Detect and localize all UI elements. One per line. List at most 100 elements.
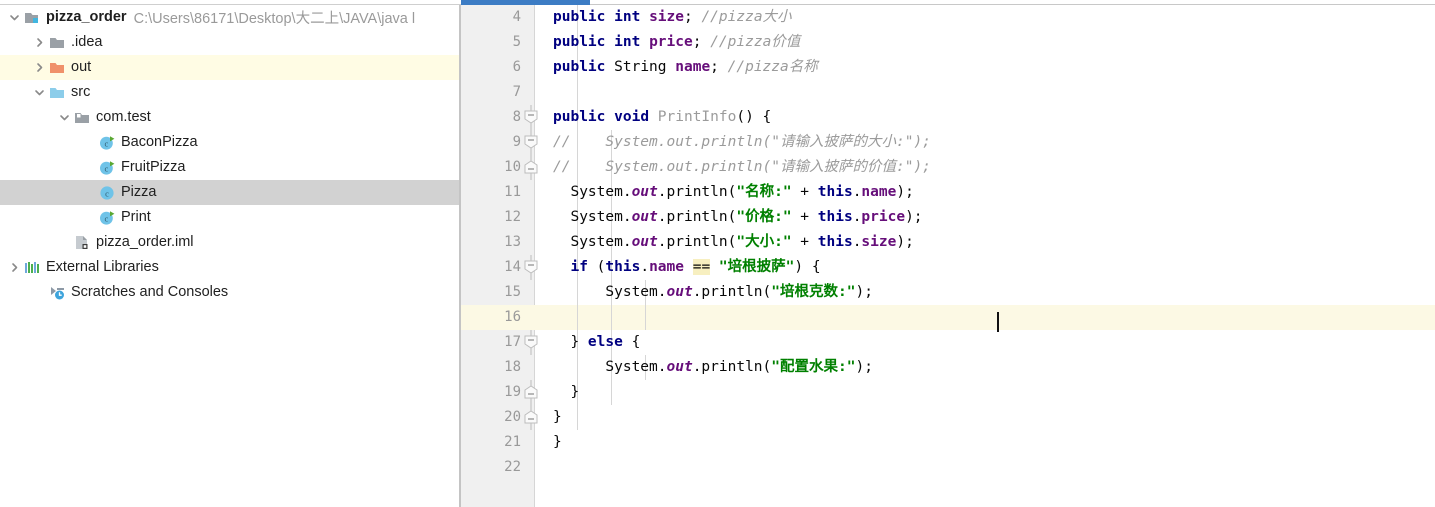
code-text: // System.out.println("请输入披萨的大小:"); <box>553 134 931 150</box>
tree-item-label: .idea <box>71 34 103 51</box>
tree-item-label: FruitPizza <box>121 159 186 176</box>
code-line[interactable]: 20} <box>459 405 1435 430</box>
iml-file-icon <box>74 235 96 250</box>
code-line[interactable]: 14 if (this.name == "培根披萨") { <box>459 255 1435 280</box>
tree-item-out[interactable]: out <box>0 55 459 80</box>
class-run-icon: c <box>99 135 121 150</box>
code-line[interactable]: 8 public void PrintInfo() { <box>459 105 1435 130</box>
folder-gray-icon <box>49 35 71 50</box>
code-line[interactable]: 7 <box>459 80 1435 105</box>
code-line[interactable]: 19 } <box>459 380 1435 405</box>
line-number: 18 <box>504 359 521 375</box>
class-run-icon: c <box>99 160 121 175</box>
indent-spacer <box>0 292 33 293</box>
code-line[interactable]: 15 System.out.println("培根克数:"); <box>459 280 1435 305</box>
tree-item-label: BaconPizza <box>121 134 198 151</box>
indent-spacer <box>0 117 58 118</box>
code-line[interactable]: 18 System.out.println("配置水果:"); <box>459 355 1435 380</box>
tree-item-pizza-order[interactable]: pizza_order C:\Users\86171\Desktop\大二上\JA… <box>0 5 459 30</box>
indent-spacer <box>0 242 58 243</box>
panel-divider[interactable] <box>459 5 461 507</box>
indent-spacer <box>0 142 83 143</box>
code-line[interactable]: 13 System.out.println("大小:" + this.size)… <box>459 230 1435 255</box>
code-fold-toggle[interactable] <box>521 105 599 130</box>
code-lines[interactable]: 4 public int size; //pizza大小 5 public int p… <box>459 5 1435 507</box>
indent-spacer <box>0 167 83 168</box>
code-line[interactable]: 17 } else { <box>459 330 1435 355</box>
folder-orange-icon <box>49 60 71 75</box>
line-number: 12 <box>504 209 521 225</box>
chevron-down-icon[interactable] <box>58 111 71 124</box>
tree-item-pizza-order-iml[interactable]: pizza_order.iml <box>0 230 459 255</box>
line-number: 13 <box>504 234 521 250</box>
indent-guide <box>577 80 578 105</box>
tree-item-label: External Libraries <box>46 259 159 276</box>
active-tab-indicator <box>461 0 590 5</box>
code-fold-toggle[interactable] <box>521 330 599 355</box>
code-fold-toggle[interactable] <box>521 380 599 405</box>
code-line[interactable]: 22 <box>459 455 1435 480</box>
code-fold-toggle[interactable] <box>521 155 599 180</box>
svg-text:c: c <box>105 214 109 224</box>
tree-item-src[interactable]: src <box>0 80 459 105</box>
code-text: System.out.println("价格:" + this.price); <box>553 209 923 225</box>
code-line[interactable]: 11 System.out.println("名称:" + this.name)… <box>459 180 1435 205</box>
indent-spacer <box>0 192 83 193</box>
code-fold-toggle[interactable] <box>521 405 599 430</box>
line-number: 6 <box>512 59 521 75</box>
indent-guide <box>611 380 612 405</box>
tree-item-fruitpizza[interactable]: c FruitPizza <box>0 155 459 180</box>
indent-guide <box>611 305 612 330</box>
line-number: 11 <box>504 184 521 200</box>
project-tree[interactable]: pizza_order C:\Users\86171\Desktop\大二上\JA… <box>0 5 459 305</box>
line-number: 5 <box>512 34 521 50</box>
chevron-right-icon[interactable] <box>8 261 21 274</box>
tree-item-baconpizza[interactable]: c BaconPizza <box>0 130 459 155</box>
chevron-right-icon[interactable] <box>33 36 46 49</box>
svg-text:c: c <box>105 139 109 149</box>
scratches-icon <box>49 285 71 300</box>
code-fold-toggle[interactable] <box>521 130 599 155</box>
code-line[interactable]: 4 public int size; //pizza大小 <box>459 5 1435 30</box>
line-number: 15 <box>504 284 521 300</box>
code-line[interactable]: 6 public String name; //pizza名称 <box>459 55 1435 80</box>
folder-blue-icon <box>49 85 71 100</box>
code-fold-toggle[interactable] <box>521 255 599 280</box>
code-text: public String name; //pizza名称 <box>553 59 818 75</box>
text-caret <box>997 312 999 332</box>
tree-item-label: pizza_order <box>46 9 127 26</box>
code-line[interactable]: 21} <box>459 430 1435 455</box>
tree-item-pizza[interactable]: c Pizza <box>0 180 459 205</box>
tree-item-scratches-and-consoles[interactable]: Scratches and Consoles <box>0 280 459 305</box>
indent-guide <box>645 305 646 330</box>
chevron-down-icon[interactable] <box>8 11 21 24</box>
indent-spacer <box>0 17 8 18</box>
tree-item-label: Scratches and Consoles <box>71 284 229 301</box>
tree-item-com-test[interactable]: com.test <box>0 105 459 130</box>
line-number: 4 <box>512 9 521 25</box>
indent-spacer <box>0 267 8 268</box>
indent-spacer <box>0 42 33 43</box>
indent-guide <box>577 305 578 330</box>
svg-text:c: c <box>105 188 109 198</box>
line-number: 22 <box>504 459 521 475</box>
tree-item-label: src <box>71 84 91 101</box>
code-line[interactable]: 16 <box>459 305 1435 330</box>
chevron-right-icon[interactable] <box>33 61 46 74</box>
code-line[interactable]: 10// System.out.println("请输入披萨的价值:"); <box>459 155 1435 180</box>
code-line[interactable]: 9// System.out.println("请输入披萨的大小:"); <box>459 130 1435 155</box>
indent-spacer <box>0 217 83 218</box>
tree-item-external-libraries[interactable]: External Libraries <box>0 255 459 280</box>
code-editor[interactable]: 4 public int size; //pizza大小 5 public int p… <box>459 0 1435 507</box>
project-tool-window[interactable]: pizza_order C:\Users\86171\Desktop\大二上\JA… <box>0 0 459 507</box>
code-line[interactable]: 5 public int price; //pizza价值 <box>459 30 1435 55</box>
code-line[interactable]: 12 System.out.println("价格:" + this.price… <box>459 205 1435 230</box>
tree-item-print[interactable]: c Print <box>0 205 459 230</box>
tree-item--idea[interactable]: .idea <box>0 30 459 55</box>
tree-item-label: out <box>71 59 92 76</box>
libraries-icon <box>24 260 46 275</box>
line-number: 16 <box>461 305 535 330</box>
chevron-down-icon[interactable] <box>33 86 46 99</box>
code-text: // System.out.println("请输入披萨的价值:"); <box>553 159 931 175</box>
svg-text:c: c <box>105 164 109 174</box>
